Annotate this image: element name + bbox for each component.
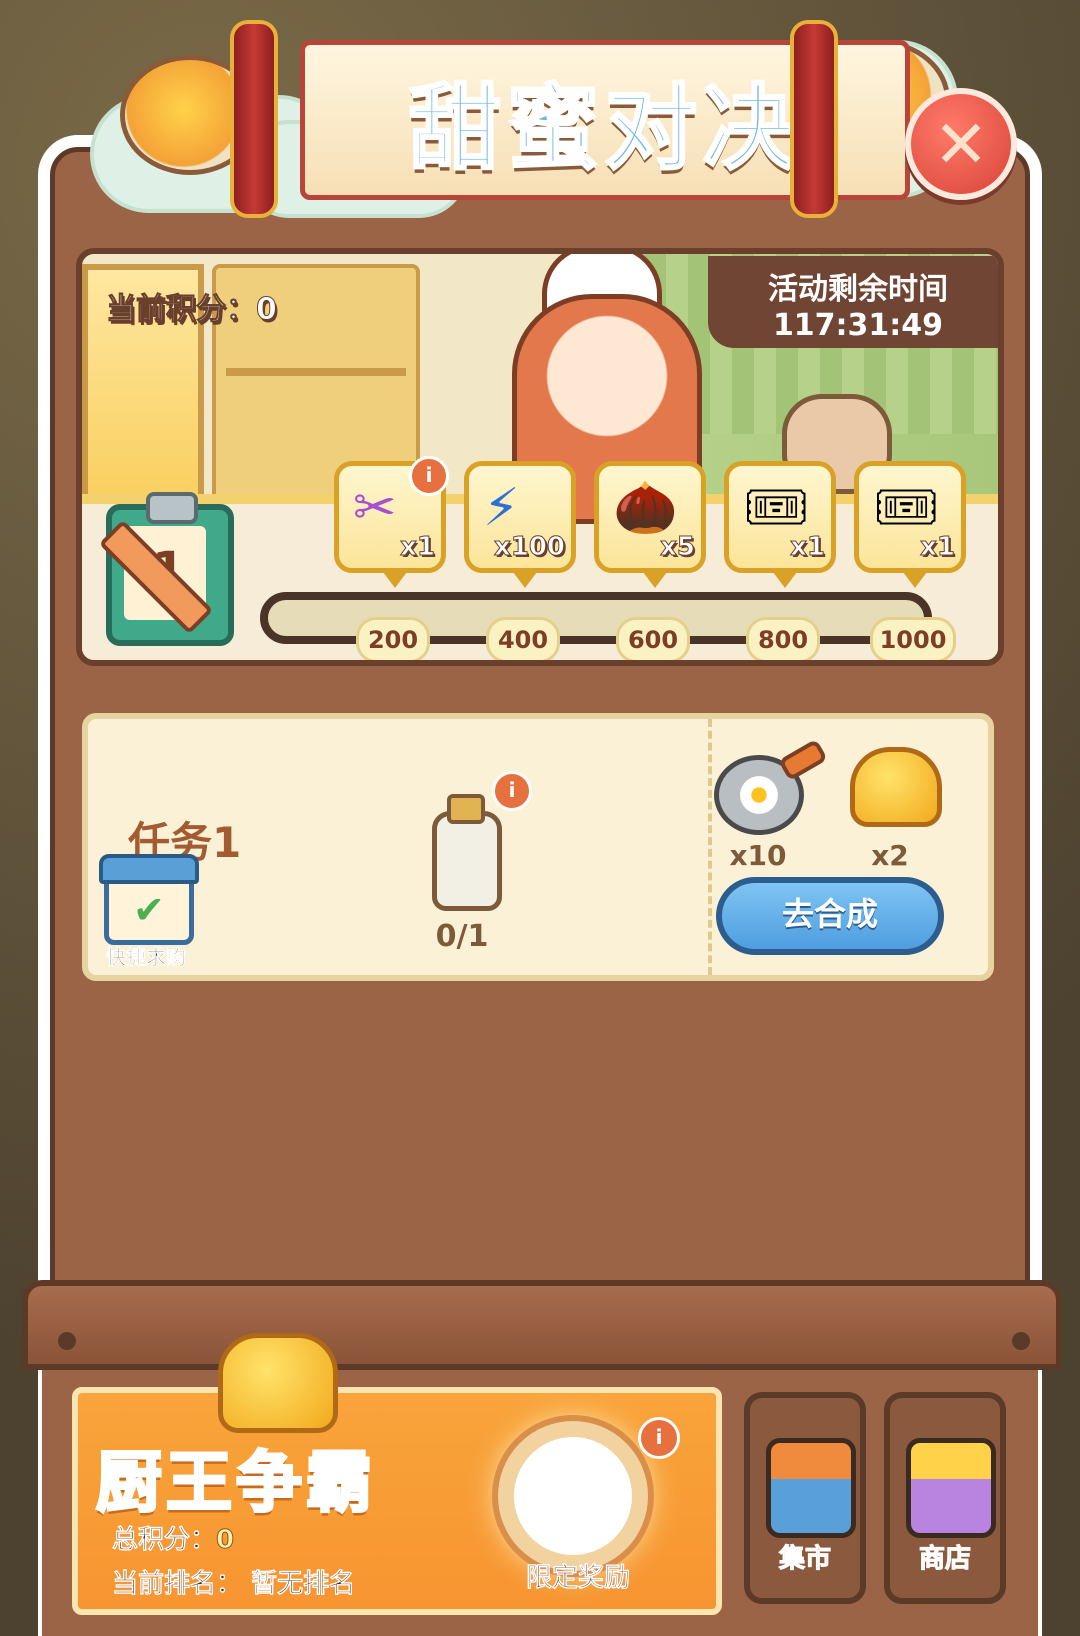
- task-reward-item: [840, 737, 942, 837]
- milestone-label: 400: [486, 617, 560, 660]
- milestone-label: 200: [356, 617, 430, 660]
- timer-label: 活动剩余时间: [768, 272, 948, 307]
- gold-chef-hat-icon: [850, 747, 942, 827]
- quick-buy-button[interactable]: ✔ 快捷求购: [94, 854, 199, 975]
- current-score-value: 0: [256, 292, 278, 328]
- task-progress: 0/1: [435, 919, 489, 954]
- go-synthesize-button[interactable]: 去合成: [716, 877, 944, 955]
- timer-value: 117:31:49: [772, 308, 944, 343]
- shop-button[interactable]: 商店: [884, 1392, 1006, 1604]
- nail-decoration: [58, 1332, 76, 1350]
- reward-chest-1000[interactable]: 🎟 x1: [854, 461, 966, 588]
- ranking-title: 厨王争霸: [95, 1443, 376, 1523]
- reward-quantity: x1: [400, 532, 436, 563]
- task-item-slot[interactable]: [422, 791, 512, 911]
- chef-ranking-card[interactable]: 厨王争霸 总积分：0 当前排名： 暂无排名 i 限定奖励: [72, 1333, 722, 1615]
- reward-quantity: x1: [920, 532, 956, 563]
- total-score-value: 0: [216, 1525, 235, 1556]
- scroll-roll-left: [230, 20, 278, 218]
- task-reward-quantity: x10: [729, 839, 787, 872]
- milk-bottle-icon: [432, 794, 502, 911]
- current-score: 当前积分：0: [106, 284, 278, 328]
- event-header: 甜蜜对决: [90, 0, 990, 230]
- fried-egg-pan-icon: [714, 755, 804, 835]
- check-icon: ✔: [133, 888, 165, 932]
- rainbow-ticket-icon: 🎟: [743, 478, 810, 538]
- total-score-label: 总积分：: [112, 1525, 217, 1556]
- reward-info-button[interactable]: i: [638, 1417, 680, 1459]
- limited-reward-frame-icon[interactable]: [498, 1421, 648, 1571]
- milestone-label: 1000: [870, 617, 956, 660]
- task-info-button[interactable]: i: [492, 771, 532, 811]
- page-title: 甜蜜对决: [407, 73, 801, 183]
- reward-quantity: x5: [660, 532, 696, 563]
- current-score-label: 当前积分：: [106, 292, 257, 328]
- wooden-shelf: [22, 1280, 1062, 1370]
- task-reward-item: [708, 737, 808, 837]
- total-score: 总积分：0: [112, 1519, 235, 1556]
- scroll-roll-right: [790, 20, 838, 218]
- event-timer: 活动剩余时间 117:31:49: [708, 256, 998, 348]
- task-card: 任务1 ✔ 快捷求购 i 0/1 x10 x2 去合成: [82, 713, 994, 981]
- current-rank-value: 暂无排名: [251, 1569, 356, 1600]
- current-rank-label: 当前排名：: [112, 1569, 243, 1600]
- milestone-label: 800: [746, 617, 820, 660]
- market-stall-icon: [766, 1438, 856, 1538]
- rainbow-ticket-icon: 🎟: [873, 478, 940, 538]
- milestone-label: 600: [616, 617, 690, 660]
- limited-reward-label: 限定奖励: [525, 1563, 631, 1594]
- current-rank: 当前排名： 暂无排名: [112, 1563, 356, 1600]
- clip-icon: [146, 492, 198, 524]
- market-label: 集市: [778, 1544, 831, 1575]
- event-scene: 当前积分：0 活动剩余时间 117:31:49 1 ✂ x1 i ⚡ x100 …: [76, 248, 1004, 666]
- reward-chest-600[interactable]: 🌰 x5: [594, 461, 706, 588]
- info-icon[interactable]: i: [409, 456, 449, 496]
- market-button[interactable]: 集市: [744, 1392, 866, 1604]
- quick-buy-icon: ✔: [99, 854, 199, 945]
- lightning-icon: ⚡: [483, 478, 520, 538]
- quick-buy-label: 快捷求购: [106, 945, 187, 970]
- reward-chest-400[interactable]: ⚡ x100: [464, 461, 576, 588]
- reward-chest-200[interactable]: ✂ x1 i: [334, 456, 449, 588]
- scissors-icon: ✂: [353, 478, 397, 538]
- reward-quantity: x1: [790, 532, 826, 563]
- nail-decoration: [1012, 1332, 1030, 1350]
- reward-chest-800[interactable]: 🎟 x1: [724, 461, 836, 588]
- shop-icon: [906, 1438, 996, 1538]
- shop-label: 商店: [918, 1544, 971, 1575]
- reward-quantity: x100: [493, 532, 565, 563]
- gold-chef-hat-icon: [218, 1333, 338, 1433]
- acorn-icon: 🌰: [613, 478, 678, 538]
- close-button[interactable]: ✕: [905, 88, 1017, 200]
- task-reward-quantity: x2: [871, 839, 909, 872]
- close-icon: ✕: [933, 105, 989, 183]
